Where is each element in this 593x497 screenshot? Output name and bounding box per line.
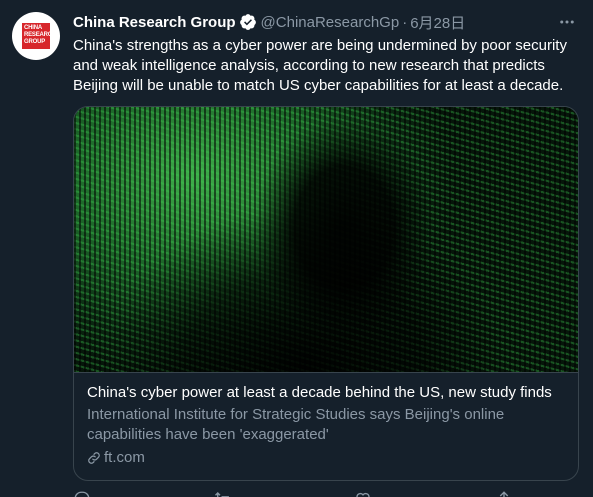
link-preview-card[interactable]: China's cyber power at least a decade be… [73, 106, 579, 481]
china-research-group-logo: CHINA RESEARCH GROUP [22, 23, 57, 49]
verified-badge-icon [239, 13, 257, 31]
retweet-icon[interactable] [214, 490, 232, 497]
card-domain-row: ft.com [87, 449, 565, 466]
hacker-silhouette-binary-code-image[interactable] [74, 107, 578, 372]
user-handle[interactable]: @ChinaResearchGp [261, 14, 400, 31]
card-body[interactable]: China's cyber power at least a decade be… [74, 372, 578, 480]
card-description: International Institute for Strategic St… [87, 406, 505, 443]
avatar[interactable]: CHINA RESEARCH GROUP [12, 12, 60, 60]
tweet-header: China Research Group @ChinaResearchGp · … [73, 12, 465, 32]
tweet-actions [73, 490, 513, 497]
logo-line-3: GROUP [24, 39, 46, 45]
link-icon [87, 451, 101, 465]
tweet-text: China's strengths as a cyber power are b… [73, 37, 567, 94]
separator-dot: · [402, 13, 408, 31]
display-name[interactable]: China Research Group [73, 14, 236, 31]
like-icon[interactable] [354, 490, 372, 497]
logo-line-1: CHINA [24, 25, 42, 31]
logo-line-2: RESEARCH [24, 32, 57, 38]
timestamp[interactable]: 6月28日 [410, 12, 465, 33]
more-options-icon[interactable] [557, 12, 577, 32]
card-title: China's cyber power at least a decade be… [87, 384, 552, 401]
reply-icon[interactable] [73, 490, 91, 497]
share-icon[interactable] [495, 490, 513, 497]
card-domain: ft.com [104, 449, 145, 466]
tweet[interactable]: CHINA RESEARCH GROUP China Research Grou… [0, 0, 593, 497]
